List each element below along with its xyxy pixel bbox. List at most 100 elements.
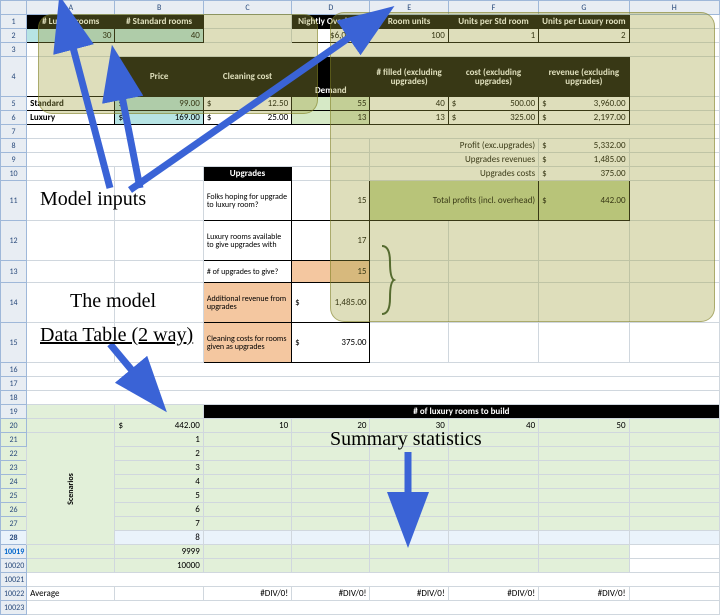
cell[interactable]: $500.00	[448, 97, 538, 111]
cell[interactable]: 17	[292, 221, 370, 261]
row-24[interactable]: 24	[1, 475, 27, 489]
cell[interactable]: 20	[292, 419, 370, 433]
cell[interactable]: 15	[292, 261, 370, 283]
cell[interactable]: $2,197.00	[539, 111, 629, 125]
cell[interactable]: Cleaning costs for rooms given as upgrad…	[203, 323, 291, 363]
cell[interactable]: 10000	[115, 559, 203, 573]
cell-div0[interactable]: #DIV/0!	[539, 587, 629, 601]
cell[interactable]: 13	[292, 111, 370, 125]
row-21[interactable]: 21	[1, 433, 27, 447]
cell[interactable]: 13	[370, 111, 448, 125]
row-9[interactable]: 9	[1, 153, 27, 167]
cell-luxury-label[interactable]: Luxury	[27, 111, 115, 125]
cell-div0[interactable]: #DIV/0!	[448, 587, 538, 601]
cell[interactable]: 5	[115, 489, 203, 503]
cell[interactable]: Additional revenue from upgrades	[203, 283, 291, 323]
cell-upgrade-cost-label[interactable]: Upgrades costs	[370, 167, 539, 181]
cell[interactable]: 55	[292, 97, 370, 111]
cell[interactable]: # Standard rooms	[115, 15, 203, 29]
row-25[interactable]: 25	[1, 489, 27, 503]
row-7[interactable]: 7	[1, 125, 27, 139]
cell[interactable]: 2	[115, 447, 203, 461]
row-12[interactable]: 12	[1, 221, 27, 261]
row-1[interactable]: 1	[1, 15, 27, 29]
cell-standard-label[interactable]: Standard	[27, 97, 115, 111]
cell[interactable]: Nightly Overhead	[292, 15, 370, 29]
spreadsheet-grid[interactable]: A B C D E F G H 1 # Luxury rooms # Stand…	[0, 0, 720, 615]
cell-luxury-rooms[interactable]: 30	[27, 29, 115, 43]
cell[interactable]: Units per Luxury room	[539, 15, 629, 29]
cell[interactable]: $3,960.00	[539, 97, 629, 111]
row-17[interactable]: 17	[1, 377, 27, 391]
cell[interactable]: 4	[115, 475, 203, 489]
cell[interactable]: 30	[370, 419, 448, 433]
row-10021[interactable]: 10021	[1, 573, 27, 587]
cell-div0[interactable]: #DIV/0!	[292, 587, 370, 601]
row-6[interactable]: 6	[1, 111, 27, 125]
row-18[interactable]: 18	[1, 391, 27, 405]
row-5[interactable]: 5	[1, 97, 27, 111]
cell[interactable]: Demand	[292, 57, 370, 97]
cell[interactable]: $169.00	[115, 111, 203, 125]
cell[interactable]: $99.00	[115, 97, 203, 111]
row-23[interactable]: 23	[1, 461, 27, 475]
cell-div0[interactable]: #DIV/0!	[370, 587, 448, 601]
cell[interactable]: 40	[370, 97, 448, 111]
row-10020[interactable]: 10020	[1, 559, 27, 573]
cell-standard-rooms[interactable]: 40	[115, 29, 203, 43]
col-H[interactable]: H	[629, 1, 719, 15]
cell[interactable]: $1,485.00	[539, 153, 629, 167]
row-16[interactable]: 16	[1, 363, 27, 377]
cell[interactable]: # filled (excluding upgrades)	[370, 57, 448, 97]
col-B[interactable]: B	[115, 1, 203, 15]
cell[interactable]: Price	[115, 57, 203, 97]
col-A[interactable]: A	[27, 1, 115, 15]
cell[interactable]: 6	[115, 503, 203, 517]
cell[interactable]: 2	[539, 29, 629, 43]
row-22[interactable]: 22	[1, 447, 27, 461]
cell[interactable]: 100	[370, 29, 448, 43]
cell[interactable]: 1	[448, 29, 538, 43]
cell-average-label[interactable]: Average	[27, 587, 115, 601]
row-19[interactable]: 19	[1, 405, 27, 419]
cell[interactable]: Room units	[370, 15, 448, 29]
row-10023[interactable]: 10023	[1, 601, 27, 615]
row-8[interactable]: 8	[1, 139, 27, 153]
cell[interactable]: $375.00	[292, 323, 370, 363]
cell[interactable]: $12.50	[203, 97, 291, 111]
cell[interactable]: # Luxury rooms	[27, 15, 115, 29]
row-27[interactable]: 27	[1, 517, 27, 531]
cell-total-profit-label[interactable]: Total profits (incl. overhead)	[370, 181, 539, 221]
cell[interactable]: 1	[115, 433, 203, 447]
row-4[interactable]: 4	[1, 57, 27, 97]
cell[interactable]: 15	[292, 181, 370, 221]
col-G[interactable]: G	[539, 1, 629, 15]
row-26[interactable]: 26	[1, 503, 27, 517]
cell-total-profit-value[interactable]: $442.00	[539, 181, 629, 221]
col-D[interactable]: D	[292, 1, 370, 15]
cell[interactable]: $325.00	[448, 111, 538, 125]
row-2[interactable]: 2	[1, 29, 27, 43]
cell[interactable]: $5,332.00	[539, 139, 629, 153]
cell[interactable]: 8	[115, 531, 203, 545]
cell-upgrade-rev-label[interactable]: Upgrades revenues	[370, 153, 539, 167]
row-13[interactable]: 13	[1, 261, 27, 283]
col-C[interactable]: C	[203, 1, 291, 15]
row-11[interactable]: 11	[1, 181, 27, 221]
row-10019[interactable]: 10019	[1, 545, 27, 559]
cell[interactable]: $25.00	[203, 111, 291, 125]
cell[interactable]: Units per Std room	[448, 15, 538, 29]
row-14[interactable]: 14	[1, 283, 27, 323]
cell[interactable]: 3	[115, 461, 203, 475]
cell[interactable]: 50	[539, 419, 629, 433]
cell[interactable]: 40	[448, 419, 538, 433]
cell[interactable]: 10	[203, 419, 291, 433]
cell-div0[interactable]: #DIV/0!	[203, 587, 291, 601]
cell[interactable]: revenue (excluding upgrades)	[539, 57, 629, 97]
cell-lux-build-header[interactable]: # of luxury rooms to build	[203, 405, 719, 419]
col-E[interactable]: E	[370, 1, 448, 15]
cell[interactable]: cost (excluding upgrades)	[448, 57, 538, 97]
row-28[interactable]: 28	[1, 531, 27, 545]
cell[interactable]: Luxury rooms available to give upgrades …	[203, 221, 291, 261]
cell[interactable]: 7	[115, 517, 203, 531]
